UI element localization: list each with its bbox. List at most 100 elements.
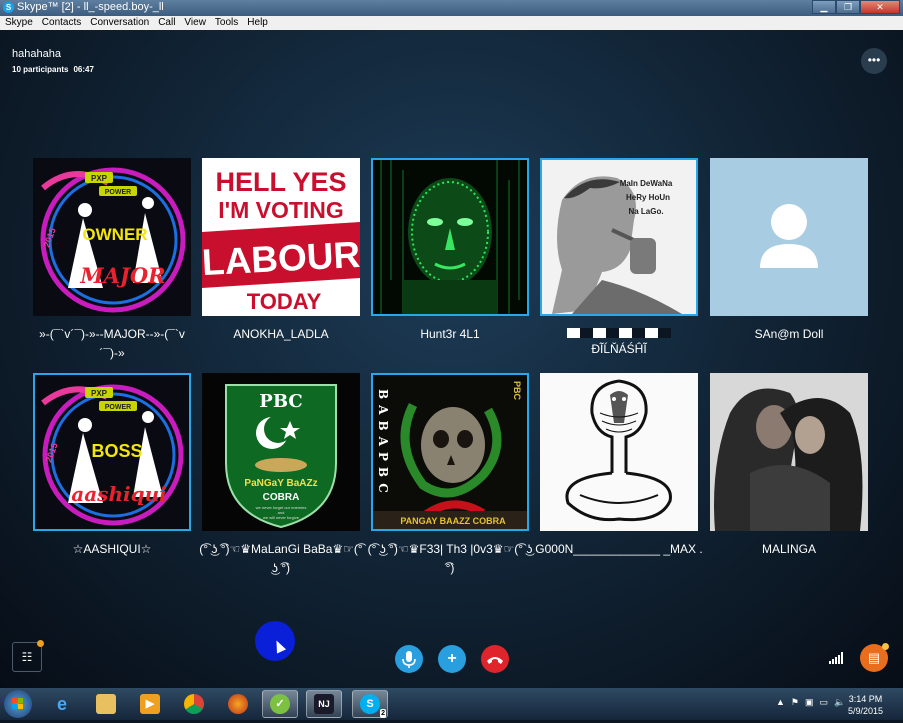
clock-date: 5/9/2015 [848,706,884,716]
volume-icon[interactable]: 🔈 [834,697,845,708]
participant-tile[interactable] [710,158,868,316]
chrome-taskbar-button[interactable] [176,690,212,718]
participant-name: (͡° ͜ʖ ͡°)☜♛MaLanGi BaBa♛☞(͡° ͜ʖ ͡°) [199,542,363,575]
close-button[interactable]: ✕ [860,0,900,14]
firefox-icon [228,694,248,714]
sketch-smoking-man: MaIn DeWaNa HeRy HoUn Na LaGo. [542,160,696,314]
skype-taskbar-button[interactable]: S 2 [352,690,388,718]
internet-explorer-icon: e [56,694,67,714]
sketch-line2: HeRy HoUn [626,193,670,202]
major-name: MAJOR [79,263,165,288]
start-button[interactable] [4,690,32,718]
menu-conversation[interactable]: Conversation [85,16,153,30]
file-explorer-taskbar-button[interactable] [88,690,124,718]
participant-name-text: ÐĨĹŇÁŚĤĨ [591,342,647,356]
skull-snake-poster: BABAPBC PBC PANGAY BAAZZ COBRA [373,375,527,529]
call-duration: 06:47 [73,65,94,74]
skype-taskbar-label: S [366,698,374,710]
menu-contacts[interactable]: Contacts [37,16,85,30]
media-player-taskbar-button[interactable]: ▶ [132,690,168,718]
pbc-small3: we will never forgive [263,515,300,520]
chrome-icon [184,694,204,714]
action-center-icon[interactable]: ⚑ [791,697,799,708]
windows-logo-icon [12,698,23,709]
green-app-taskbar-button[interactable]: ✓ [262,690,298,718]
sketch-line3: Na LaGo. [628,207,663,216]
name-checker-pattern [567,328,671,338]
skull-side: BABAPBC [376,389,390,499]
pbc-cobra-shield: PBC PaNGaY BaAZz COBRA we never forget o… [202,373,360,531]
chat-button[interactable]: ▤ [860,643,889,672]
participant-tile[interactable]: PBC PaNGaY BaAZz COBRA we never forget o… [202,373,360,531]
window-title: Skype™ [2] - ll_-speed.boy-_ll [17,1,164,13]
boss-pxp: PXP [91,389,108,398]
participant-name: ANOKHA_LADLA [233,327,329,341]
boss-aashiqui-poster: PXP POWER BOSS aashiqui 2015 [35,375,189,529]
hell-yes-voting-labour-poster: HELL YES I'M VOTING LABOUR TODAY [202,158,360,316]
menu-skype[interactable]: Skype [0,16,37,30]
menu-call[interactable]: Call [153,16,179,30]
skull-corner: PBC [512,381,522,401]
menu-tools[interactable]: Tools [210,16,242,30]
participant-tile[interactable] [371,158,529,316]
participants-panel-button[interactable]: ☷ [12,640,44,672]
participant-tile[interactable]: BABAPBC PBC PANGAY BAAZZ COBRA [371,373,529,531]
add-participant-icon: + [447,650,457,667]
skype-badge: 2 [380,709,386,718]
participant-name: ☆AASHIQUI☆ [72,542,152,556]
display-icon[interactable]: ▭ [820,697,829,708]
app-green-icon: ✓ [270,694,290,714]
pbc-title: PBC [259,391,302,412]
major-pxp: PXP [91,174,108,183]
notification-dot [37,640,44,647]
participant-name: Hunt3r 4L1 [420,327,480,341]
call-title[interactable]: hahahaha [12,48,61,60]
major-owner: OWNER [82,225,147,244]
skype-icon: S [3,2,14,13]
microphone-icon [402,651,416,668]
call-quality-icon[interactable] [829,652,843,664]
participant-tile[interactable]: PXP POWER BOSS aashiqui 2015 [33,373,191,531]
participant-name: MALINGA [761,542,816,556]
mute-button[interactable] [395,645,423,673]
more-options-button[interactable]: ••• [861,48,887,74]
call-meta: 10 participants 06:47 [12,65,94,74]
window-title-bar: S Skype™ [2] - ll_-speed.boy-_ll ▁ ❐ ✕ [0,0,903,16]
participant-name: G000N_____________ _MAX . [535,542,703,556]
sketch-line1: MaIn DeWaNa [620,179,673,188]
boss-word: BOSS [91,441,142,461]
chat-bubble-icon: ▤ [867,650,881,665]
green-matrix-face [373,160,527,314]
tray-expand-icon[interactable]: ▲ [776,697,785,708]
network-icon[interactable]: ▣ [805,697,814,708]
major-power: POWER [105,189,131,196]
participant-name: »-(¯`v´¯)-»--MAJOR--»-(¯`v´¯)-» [39,327,185,360]
skype-taskbar-icon: S 2 [360,694,386,718]
add-participant-button[interactable]: + [438,645,466,673]
nj-app-taskbar-button[interactable]: NJ [306,690,342,718]
windows-taskbar: e ▶ ✓ NJ S 2 ▲ ⚑ ▣ ▭ 🔈 3:14 PM 5/9/2015 [0,688,903,720]
more-dots-icon: ••• [867,53,881,67]
file-explorer-icon [96,694,116,714]
participant-name: (͡° ͜ʖ ͡°)☜♛F33| Th3 |0v3♛☞(͡° ͜ʖ ͡°) [367,542,533,575]
maximize-button[interactable]: ❐ [836,0,860,14]
labour-line4: TODAY [247,289,322,314]
participant-tile[interactable]: MaIn DeWaNa HeRy HoUn Na LaGo. [540,158,698,316]
couple-hug-photo [710,373,868,531]
firefox-taskbar-button[interactable] [220,690,256,718]
minimize-button[interactable]: ▁ [812,0,836,14]
menu-view[interactable]: View [179,16,210,30]
media-player-icon: ▶ [140,694,160,714]
participant-tile[interactable] [540,373,698,531]
menu-help[interactable]: Help [242,16,272,30]
participant-tile[interactable]: HELL YES I'M VOTING LABOUR TODAY [202,158,360,316]
internet-explorer-taskbar-button[interactable]: e [44,690,80,718]
group-call-area: hahahaha 10 participants 06:47 ••• PXP PO… [0,30,903,688]
participant-tile[interactable] [710,373,868,531]
participant-tile[interactable]: PXP POWER OWNER MAJOR 2015 [33,158,191,316]
hang-up-button[interactable] [481,645,509,673]
pbc-line2: COBRA [263,492,300,503]
taskbar-clock[interactable]: 3:14 PM 5/9/2015 [848,693,883,717]
menu-bar: Skype Contacts Conversation Call View To… [0,16,903,30]
labour-line2: I'M VOTING [218,197,344,223]
